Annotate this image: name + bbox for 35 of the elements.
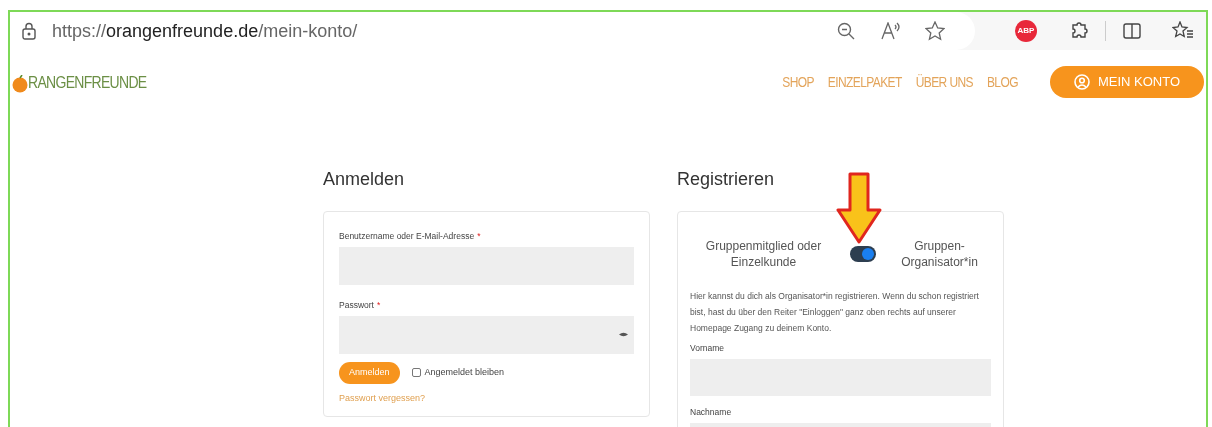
lock-icon [22,22,36,40]
nav-link[interactable]: SHOP [782,70,814,94]
user-icon [1073,74,1090,90]
extensions-icon[interactable] [1069,21,1089,41]
toggle-switch[interactable] [849,246,876,262]
adblock-icon[interactable]: ABP [1015,20,1037,42]
fruit-logo-icon [12,74,28,93]
nav-link[interactable]: EINZELPAKET [827,70,902,94]
read-aloud-icon[interactable] [881,22,901,40]
toggle-label: Gruppen-Organisator*in [900,238,979,270]
star-icon[interactable] [925,21,945,41]
nav-link[interactable]: ÜBER UNS [915,70,973,94]
required-mark: * [376,298,381,312]
field-label: Benutzername oder E-Mail-Adresse [339,230,475,243]
field-label: Nachname [690,405,733,419]
arrow-annotation [836,172,882,244]
field-label: Passwort [339,298,374,312]
toggle-label: Gruppenmitglied oder Einzelkunde [704,238,823,270]
required-mark: * [477,230,481,243]
field-label: Vorname [690,342,726,355]
eye-icon[interactable] [619,332,628,337]
split-screen-icon[interactable] [1122,21,1142,41]
nav-link[interactable]: BLOG [986,70,1018,94]
favorites-icon[interactable] [1172,21,1194,41]
section-heading: Anmelden [323,168,406,191]
account-button[interactable]: MEIN KONTO [1049,66,1204,98]
password-field[interactable] [339,315,634,354]
login-button[interactable]: Anmelden [339,361,400,384]
zoom-out-icon[interactable] [837,22,855,40]
intro-paragraph: Hier kannst du dich als Organisator*in registrieren. Wenn du schon registriert bist, hast du über den Reiter "Einloggen" ganz oben rechts auf unserer Homepage Zugang zu deinem Konto. [690,290,980,335]
section-heading: Registrieren [677,168,776,191]
checkbox[interactable] [411,368,421,377]
checkbox-label[interactable]: Angemeldet bleiben [424,365,505,380]
forgot-password-link[interactable]: Passwort vergessen? [339,391,634,405]
logo-text[interactable]: RANGENFREUNDE [28,69,147,95]
